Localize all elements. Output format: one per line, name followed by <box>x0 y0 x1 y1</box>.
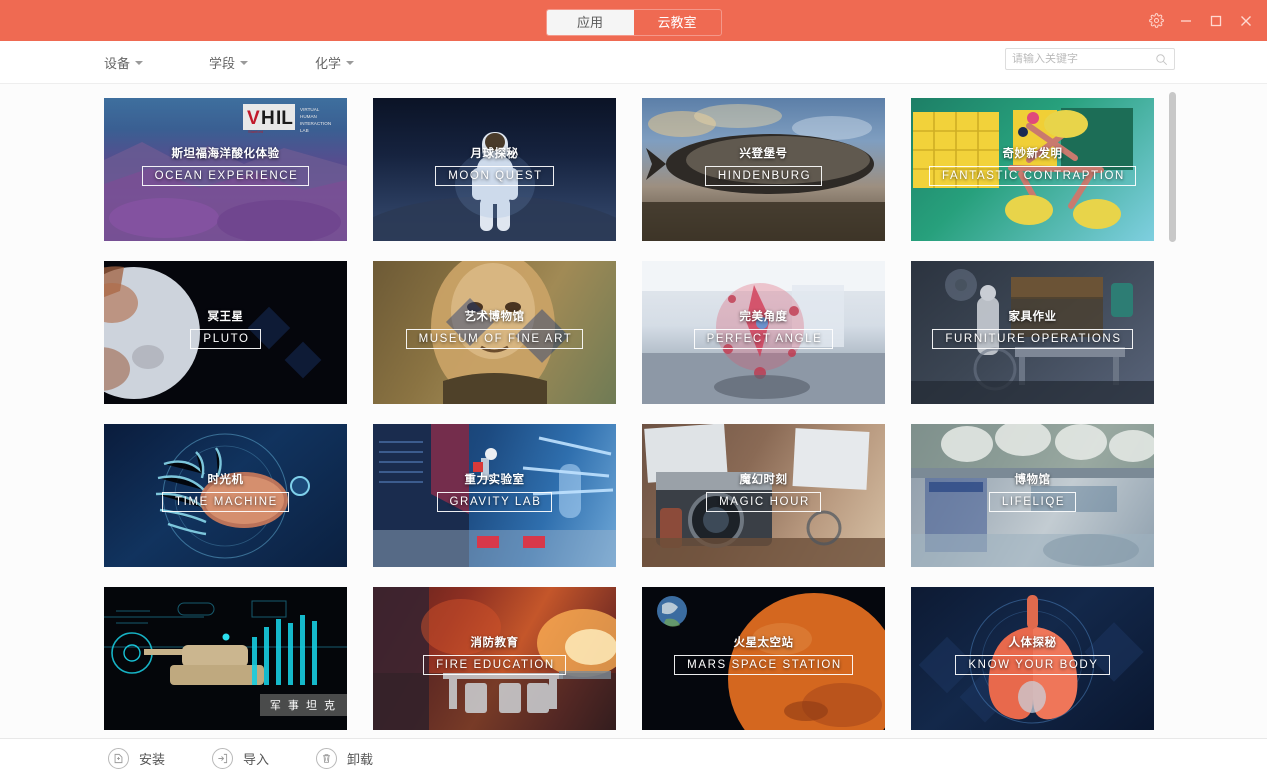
main-tab-group: 应用 云教室 <box>545 9 722 36</box>
gear-icon[interactable] <box>1141 6 1171 36</box>
install-package-icon <box>108 748 129 769</box>
application-window: 应用 云教室 设备 学段 化学 请输入关键字 V H IL Stanford V… <box>0 0 1267 778</box>
app-card[interactable]: 人体探秘 KNOW YOUR BODY <box>911 587 1154 730</box>
app-grid-area: V H IL Stanford VIRTUAL HUMAN INTERACTION… <box>0 84 1267 738</box>
app-card[interactable]: 火星太空站 MARS SPACE STATION <box>642 587 885 730</box>
svg-text:H: H <box>261 108 275 129</box>
uninstall-button[interactable]: 卸载 <box>316 748 373 769</box>
app-card[interactable]: 家具作业 FURNITURE OPERATIONS <box>911 261 1154 404</box>
tab-apps[interactable]: 应用 <box>546 10 634 35</box>
svg-text:VIRTUAL: VIRTUAL <box>300 107 320 112</box>
app-card[interactable]: 军 事 坦 克 <box>104 587 347 730</box>
svg-text:IL: IL <box>276 108 293 129</box>
app-card[interactable]: 月球探秘 MOON QUEST <box>373 98 616 241</box>
filter-dropdown-subject-label: 化学 <box>315 55 342 71</box>
uninstall-button-label: 卸载 <box>347 752 374 767</box>
import-button-label: 导入 <box>243 752 270 767</box>
bottom-toolbar: 安装 导入 卸载 <box>0 738 1267 778</box>
app-card[interactable]: 博物馆 LIFELIQE <box>911 424 1154 567</box>
app-card[interactable]: 重力实验室 GRAVITY LAB <box>373 424 616 567</box>
svg-text:HUMAN: HUMAN <box>300 114 317 119</box>
search-box[interactable] <box>1005 48 1175 70</box>
app-card[interactable]: 冥王星 PLUTO <box>104 261 347 404</box>
svg-text:INTERACTION: INTERACTION <box>300 121 331 126</box>
app-card[interactable]: 消防教育 FIRE EDUCATION <box>373 587 616 730</box>
app-card[interactable]: 时光机 TIME MACHINE <box>104 424 347 567</box>
install-button-label: 安装 <box>139 752 166 767</box>
vhil-logo: V H IL Stanford VIRTUAL HUMAN INTERACTION… <box>243 102 341 136</box>
svg-text:LAB: LAB <box>300 128 309 133</box>
app-card[interactable]: 完美角度 PERFECT ANGLE <box>642 261 885 404</box>
filter-bar: 设备 学段 化学 <box>0 41 1267 84</box>
maximize-icon[interactable] <box>1201 6 1231 36</box>
import-arrow-icon <box>212 748 233 769</box>
title-bar: 应用 云教室 <box>0 0 1267 41</box>
app-card[interactable]: 魔幻时刻 MAGIC HOUR <box>642 424 885 567</box>
filter-dropdown-stage[interactable]: 学段 <box>209 53 249 72</box>
app-card[interactable]: 奇妙新发明 FANTASTIC CONTRAPTION <box>911 98 1154 241</box>
filter-dropdown-device[interactable]: 设备 <box>104 53 144 72</box>
app-card-grid: V H IL Stanford VIRTUAL HUMAN INTERACTION… <box>104 98 1154 730</box>
tab-cloud-classroom[interactable]: 云教室 <box>634 10 721 35</box>
trash-icon <box>316 748 337 769</box>
app-card[interactable]: V H IL Stanford VIRTUAL HUMAN INTERACTION… <box>104 98 347 241</box>
minimize-icon[interactable] <box>1171 6 1201 36</box>
svg-text:V: V <box>247 108 260 129</box>
install-button[interactable]: 安装 <box>108 748 165 769</box>
svg-text:Stanford: Stanford <box>248 129 263 134</box>
search-input[interactable] <box>1012 53 1155 65</box>
window-controls <box>1141 0 1261 41</box>
scrollbar-thumb[interactable] <box>1169 92 1176 242</box>
chevron-down-icon <box>346 61 355 65</box>
chevron-down-icon <box>240 61 249 65</box>
filter-dropdown-stage-label: 学段 <box>209 55 236 71</box>
chevron-down-icon <box>135 61 144 65</box>
card-corner-tag: 军 事 坦 克 <box>259 694 347 716</box>
search-icon[interactable] <box>1155 53 1168 66</box>
import-button[interactable]: 导入 <box>212 748 269 769</box>
vertical-scrollbar[interactable] <box>1169 92 1176 712</box>
filter-dropdown-subject[interactable]: 化学 <box>315 53 355 72</box>
app-card[interactable]: 兴登堡号 HINDENBURG <box>642 98 885 241</box>
close-icon[interactable] <box>1231 6 1261 36</box>
filter-dropdown-device-label: 设备 <box>104 55 131 71</box>
app-card[interactable]: 艺术博物馆 MUSEUM OF FINE ART <box>373 261 616 404</box>
